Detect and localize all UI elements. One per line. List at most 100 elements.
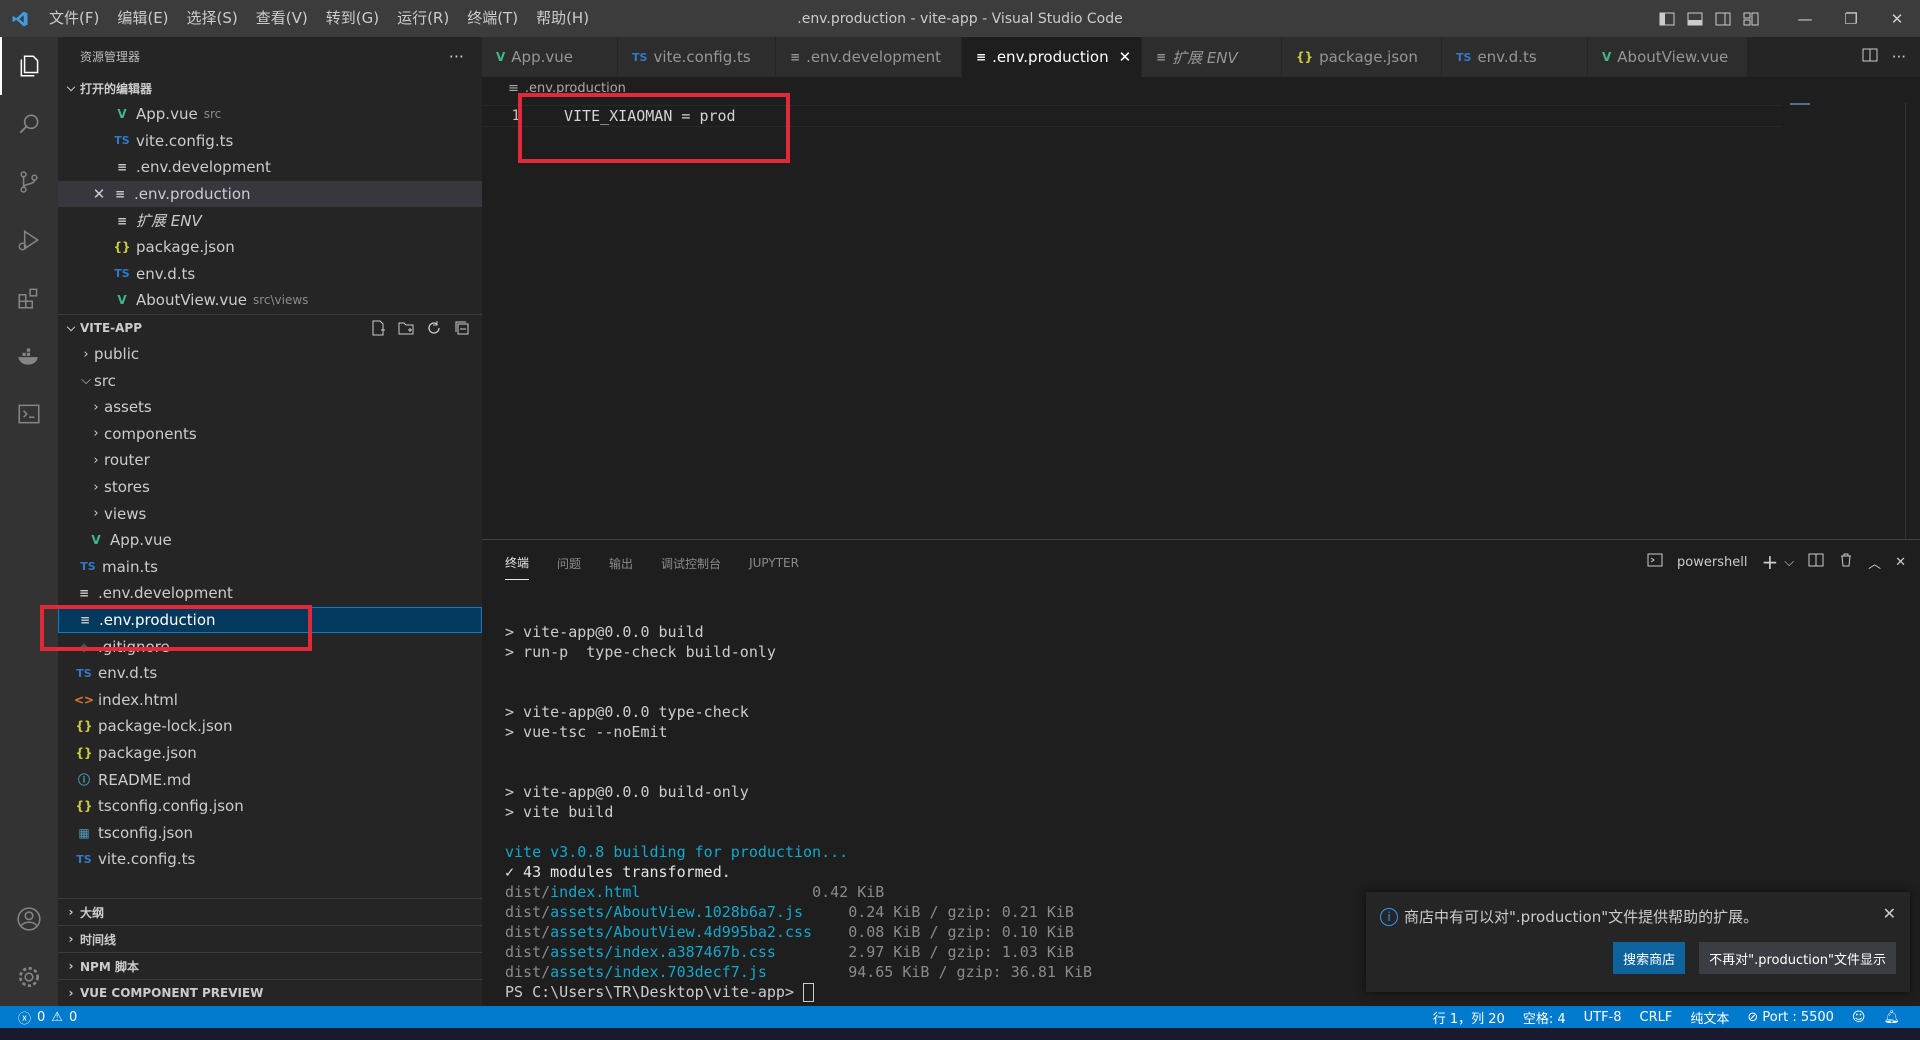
tree-folder[interactable]: ⌵ src: [58, 367, 482, 394]
new-folder-icon[interactable]: [396, 318, 416, 338]
menu-help[interactable]: 帮助(H): [527, 0, 598, 37]
toggle-sidebar-icon[interactable]: [1656, 0, 1678, 37]
tree-file[interactable]: TS env.d.ts: [58, 660, 482, 687]
account-icon[interactable]: [0, 890, 58, 948]
shell-name[interactable]: powershell: [1677, 555, 1747, 570]
tab-env-development[interactable]: ≡ .env.development: [776, 37, 962, 77]
tree-folder[interactable]: › router: [58, 447, 482, 474]
tree-folder[interactable]: › stores: [58, 474, 482, 501]
toggle-secondary-sidebar-icon[interactable]: [1712, 0, 1734, 37]
close-editor-icon[interactable]: ✕: [88, 185, 110, 203]
feedback-icon[interactable]: ☺: [1852, 1010, 1866, 1025]
close-button[interactable]: ✕: [1874, 0, 1920, 37]
split-editor-icon[interactable]: [1862, 47, 1878, 67]
open-editor-item[interactable]: V App.vue src: [58, 101, 482, 128]
tab-jupyter[interactable]: JUPYTER: [749, 548, 799, 578]
open-editor-item[interactable]: TS env.d.ts: [58, 261, 482, 288]
customize-layout-icon[interactable]: [1740, 0, 1762, 37]
menu-go[interactable]: 转到(G): [317, 0, 388, 37]
vue-preview-section[interactable]: › VUE COMPONENT PREVIEW: [58, 979, 482, 1006]
indentation[interactable]: 空格: 4: [1523, 1008, 1566, 1027]
menu-selection[interactable]: 选择(S): [178, 0, 247, 37]
open-editor-item[interactable]: ≡ .env.development: [58, 154, 482, 181]
tab-env-production[interactable]: ≡ .env.production ✕: [962, 37, 1142, 77]
maximize-panel-icon[interactable]: ︿: [1868, 553, 1881, 572]
tab-env-d-ts[interactable]: TS env.d.ts: [1442, 37, 1588, 77]
tree-file[interactable]: ≡ .env.development: [58, 580, 482, 607]
close-notification-icon[interactable]: ✕: [1883, 904, 1896, 923]
cursor-position[interactable]: 行 1，列 20: [1433, 1008, 1505, 1027]
dont-show-again-button[interactable]: 不再对".production"文件显示: [1699, 942, 1896, 974]
minimap[interactable]: [1790, 103, 1810, 105]
search-marketplace-button[interactable]: 搜索商店: [1613, 942, 1686, 974]
menu-terminal[interactable]: 终端(T): [458, 0, 527, 37]
tree-file[interactable]: {} package.json: [58, 740, 482, 767]
problems-indicator[interactable]: ⓧ 0 ⚠ 0: [0, 1008, 77, 1027]
language-mode[interactable]: 纯文本: [1690, 1008, 1729, 1027]
open-editor-item[interactable]: ≡ 扩展 ENV: [58, 207, 482, 234]
docker-icon[interactable]: [0, 327, 58, 385]
trash-icon[interactable]: [1838, 552, 1854, 572]
tab-app-vue[interactable]: V App.vue: [482, 37, 618, 77]
terminal-view-icon[interactable]: [0, 385, 58, 443]
tab-package-json[interactable]: {} package.json: [1282, 37, 1442, 77]
line-ending[interactable]: CRLF: [1640, 1010, 1673, 1025]
menu-view[interactable]: 查看(V): [247, 0, 317, 37]
encoding[interactable]: UTF-8: [1584, 1010, 1622, 1025]
tree-folder[interactable]: › components: [58, 421, 482, 448]
new-terminal-icon[interactable]: +: [1761, 550, 1778, 574]
open-editor-item-active[interactable]: ✕ ≡ .env.production: [58, 180, 482, 208]
toggle-panel-icon[interactable]: [1684, 0, 1706, 37]
extensions-icon[interactable]: [0, 269, 58, 327]
chevron-down-icon[interactable]: ⌵: [1784, 555, 1794, 570]
minimize-button[interactable]: —: [1782, 0, 1828, 37]
tab-extension-env[interactable]: ≡ 扩展 ENV: [1142, 37, 1282, 77]
npm-scripts-section[interactable]: › NPM 脚本: [58, 952, 482, 979]
tab-output[interactable]: 输出: [609, 547, 633, 580]
tree-file[interactable]: TS vite.config.ts: [58, 846, 482, 873]
open-editor-item[interactable]: {} package.json: [58, 234, 482, 261]
source-control-icon[interactable]: [0, 153, 58, 211]
tree-file[interactable]: ⓘ README.md: [58, 766, 482, 793]
tab-vite-config[interactable]: TS vite.config.ts: [618, 37, 776, 77]
menu-run[interactable]: 运行(R): [388, 0, 458, 37]
tree-file[interactable]: <> index.html: [58, 686, 482, 713]
explorer-icon[interactable]: [0, 37, 58, 95]
settings-gear-icon[interactable]: [0, 948, 58, 1006]
tree-file[interactable]: {} package-lock.json: [58, 713, 482, 740]
tab-problems[interactable]: 问题: [557, 547, 581, 580]
split-terminal-icon[interactable]: [1808, 552, 1824, 572]
live-server-port[interactable]: ⊘ Port : 5500: [1747, 1010, 1834, 1025]
tab-terminal[interactable]: 终端: [505, 546, 530, 580]
timeline-section[interactable]: › 时间线: [58, 925, 482, 952]
project-header[interactable]: ⌵ VITE-APP: [58, 313, 482, 341]
run-debug-icon[interactable]: [0, 211, 58, 269]
menu-file[interactable]: 文件(F): [40, 0, 108, 37]
tab-debug-console[interactable]: 调试控制台: [661, 547, 721, 580]
menu-edit[interactable]: 编辑(E): [108, 0, 177, 37]
outline-section[interactable]: › 大纲: [58, 898, 482, 925]
notifications-bell-icon[interactable]: 🔔︎: [1883, 1010, 1900, 1025]
terminal-output[interactable]: > vite-app@0.0.0 build > run-p type-chec…: [505, 622, 1092, 1002]
search-icon[interactable]: [0, 95, 58, 153]
tree-file[interactable]: {} tsconfig.config.json: [58, 793, 482, 820]
new-file-icon[interactable]: [368, 318, 388, 338]
restore-button[interactable]: ❐: [1828, 0, 1874, 37]
tree-file[interactable]: TS main.ts: [58, 554, 482, 581]
refresh-icon[interactable]: [424, 318, 444, 338]
more-actions-icon[interactable]: ···: [1892, 48, 1906, 66]
more-actions-icon[interactable]: ···: [449, 47, 464, 66]
open-editors-header[interactable]: ⌵ 打开的编辑器: [58, 75, 482, 101]
open-editor-item[interactable]: V AboutView.vue src\views: [58, 287, 482, 314]
tree-file[interactable]: V App.vue: [58, 527, 482, 554]
close-tab-icon[interactable]: ✕: [1119, 48, 1132, 66]
tree-folder[interactable]: › assets: [58, 394, 482, 421]
open-editor-item[interactable]: TS vite.config.ts: [58, 128, 482, 155]
close-panel-icon[interactable]: ✕: [1895, 555, 1906, 570]
tree-folder[interactable]: › views: [58, 500, 482, 527]
editor-area[interactable]: ≡ .env.production 1 VITE_XIAOMAN = prod: [482, 77, 1920, 539]
editor-scrollbar[interactable]: [1905, 103, 1920, 539]
tree-folder[interactable]: › public: [58, 341, 482, 368]
tab-aboutview-vue[interactable]: V AboutView.vue: [1588, 37, 1748, 77]
collapse-all-icon[interactable]: [452, 318, 472, 338]
